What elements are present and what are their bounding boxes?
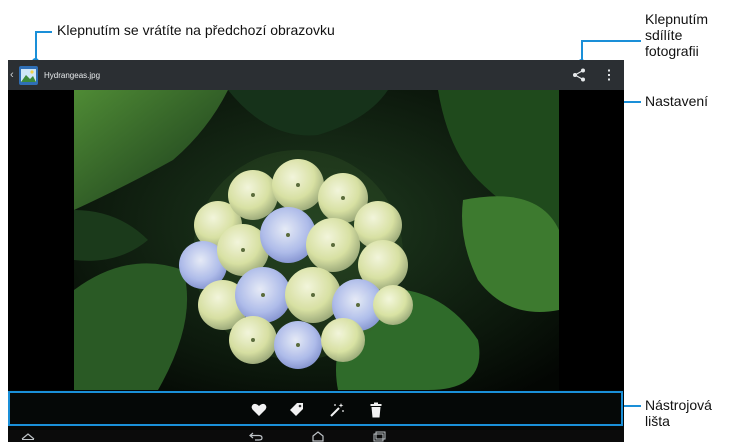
back-callout-text: Klepnutím se vrátíte na předchozí obrazo…	[57, 22, 335, 38]
back-callout-line	[35, 31, 52, 33]
toolbar-callout-line	[623, 405, 641, 407]
toolbar-callout-text: Nástrojová lišta	[645, 397, 712, 429]
file-title: Hydrangeas.jpg	[44, 70, 101, 80]
share-icon[interactable]	[570, 66, 588, 84]
home-up-icon[interactable]	[18, 430, 38, 442]
settings-callout-text: Nastavení	[645, 93, 709, 109]
gallery-screen: ‹ Hydrangeas.jpg	[8, 60, 624, 442]
overflow-menu-icon[interactable]	[602, 66, 616, 84]
hydrangea-photo[interactable]	[8, 90, 624, 390]
recent-apps-icon[interactable]	[370, 430, 390, 442]
share-callout-text: Klepnutím sdílíte fotografii	[645, 11, 709, 59]
gallery-icon[interactable]	[19, 65, 38, 85]
system-navigation-bar	[8, 430, 624, 442]
share-callout-line	[581, 40, 641, 42]
home-icon[interactable]	[308, 430, 328, 442]
action-bar: ‹ Hydrangeas.jpg	[8, 60, 624, 90]
back-caret-icon[interactable]: ‹	[10, 69, 18, 81]
back-icon[interactable]	[246, 430, 266, 442]
back-callout-line-vertical	[35, 31, 37, 61]
toolbar-highlight-box	[8, 391, 623, 426]
